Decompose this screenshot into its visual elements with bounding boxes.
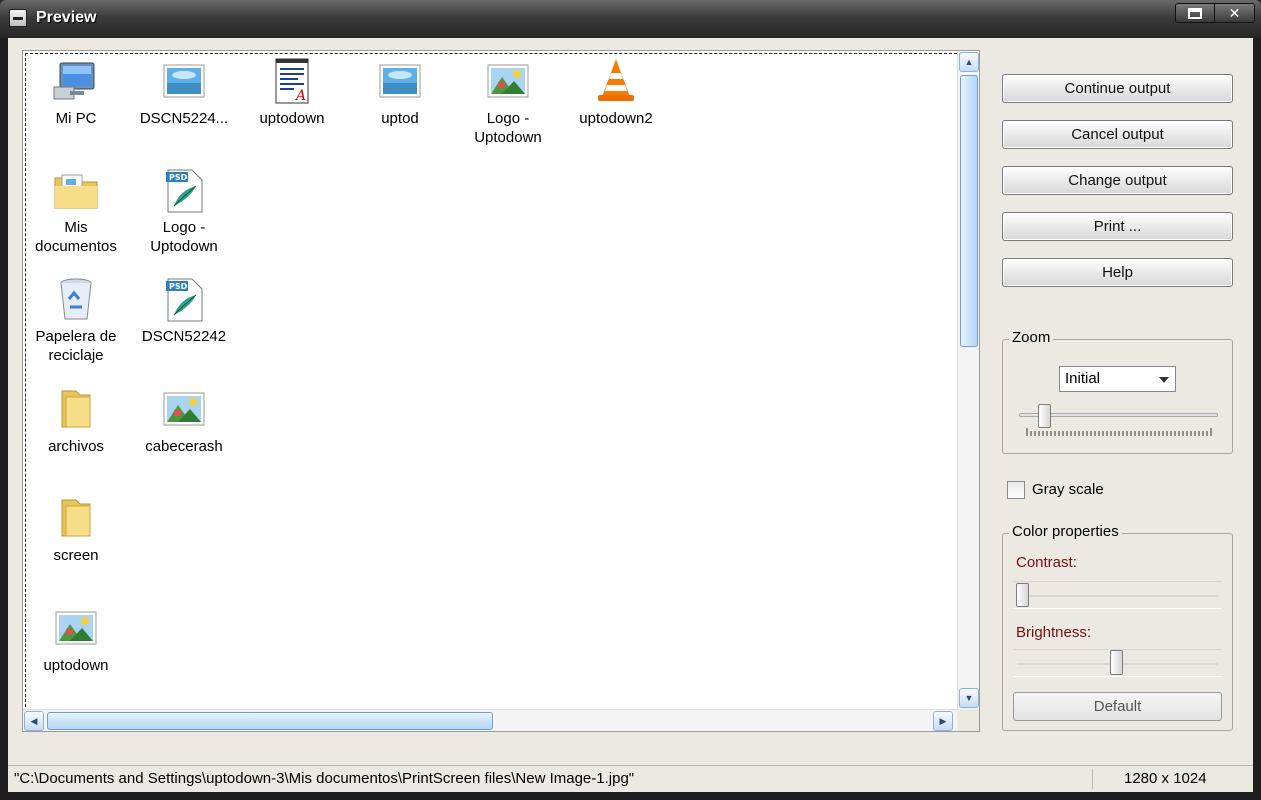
image-file-icon: [160, 57, 208, 105]
cancel-output-button[interactable]: Cancel output: [1002, 120, 1233, 149]
icon-label: Papelera de reciclaje: [35, 328, 117, 364]
desktop-icon-uptod[interactable]: uptod: [346, 57, 454, 128]
vlc-cone-icon: [592, 57, 640, 105]
icon-label: uptodown2: [579, 110, 653, 127]
contrast-label: Contrast:: [1016, 554, 1077, 571]
horizontal-scrollbar[interactable]: ◀ ▶: [23, 709, 957, 731]
change-output-button[interactable]: Change output: [1002, 166, 1233, 195]
svg-text:PSD: PSD: [169, 173, 188, 182]
horizontal-scroll-thumb[interactable]: [47, 712, 493, 730]
desktop-icon-uptodown2[interactable]: uptodown2: [562, 57, 670, 128]
maximize-icon: [1188, 7, 1202, 19]
icon-label: cabecerash: [145, 438, 223, 455]
scroll-left-button[interactable]: ◀: [24, 711, 44, 731]
title-bar[interactable]: Preview ✕: [0, 0, 1261, 38]
client-area: Mi PC DSCN5224... A uptodown uptod Logo …: [8, 38, 1253, 792]
zoom-selected-value: Initial: [1065, 370, 1101, 387]
chevron-down-icon: [1159, 377, 1169, 383]
icon-label: archivos: [48, 438, 104, 455]
arrow-right-icon: ▶: [939, 715, 947, 726]
zoom-slider-ticks: [1026, 428, 1212, 436]
desktop-icon-dscn52242[interactable]: PSD DSCN52242: [130, 275, 238, 346]
contrast-slider-track: [1017, 595, 1218, 597]
icon-label: Mi PC: [55, 110, 97, 127]
vertical-scrollbar[interactable]: ▲ ▼: [957, 51, 979, 709]
capture-selection: [25, 53, 957, 707]
default-button[interactable]: Default: [1013, 692, 1222, 721]
desktop-icon-uptodown-image[interactable]: uptodown: [22, 604, 130, 675]
folder-icon: [52, 385, 100, 433]
zoom-group-label: Zoom: [1009, 329, 1054, 346]
continue-output-button[interactable]: Continue output: [1002, 74, 1233, 103]
desktop-icon-dscn5224[interactable]: DSCN5224...: [130, 57, 238, 128]
documents-folder-icon: [52, 166, 100, 214]
picture-icon: [52, 604, 100, 652]
close-button[interactable]: ✕: [1214, 4, 1254, 22]
zoom-slider-thumb[interactable]: [1038, 404, 1051, 428]
vertical-scroll-thumb[interactable]: [960, 75, 978, 347]
folder-icon: [52, 494, 100, 542]
svg-text:PSD: PSD: [169, 282, 188, 291]
status-file-path: "C:\Documents and Settings\uptodown-3\Mi…: [14, 770, 635, 787]
icon-label: Logo - Uptodown: [474, 110, 542, 146]
scroll-corner: [957, 709, 979, 731]
color-properties-label: Color properties: [1009, 523, 1122, 540]
gray-scale-label[interactable]: Gray scale: [1032, 481, 1104, 498]
icon-label: DSCN52242: [141, 328, 227, 345]
desktop-icon-logo-uptodown-image[interactable]: Logo - Uptodown: [454, 57, 562, 147]
desktop-icon-uptodown-doc[interactable]: A uptodown: [238, 57, 346, 128]
computer-icon: [52, 57, 100, 105]
gray-scale-checkbox[interactable]: [1007, 481, 1025, 499]
brightness-slider-thumb[interactable]: [1110, 650, 1123, 675]
arrow-down-icon: ▼: [964, 693, 974, 703]
help-button[interactable]: Help: [1002, 258, 1233, 287]
zoom-group: Zoom: [1002, 329, 1233, 454]
text-document-icon: A: [268, 57, 316, 105]
desktop-icon-archivos[interactable]: archivos: [22, 385, 130, 456]
scroll-down-button[interactable]: ▼: [959, 688, 979, 708]
arrow-left-icon: ◀: [30, 715, 38, 726]
status-bar: "C:\Documents and Settings\uptodown-3\Mi…: [8, 765, 1253, 792]
preview-canvas[interactable]: Mi PC DSCN5224... A uptodown uptod Logo …: [22, 50, 980, 732]
desktop-icon-mis-documentos[interactable]: Mis documentos: [22, 166, 130, 256]
contrast-slider[interactable]: [1013, 581, 1222, 609]
desktop-icon-mi-pc[interactable]: Mi PC: [22, 57, 130, 128]
window-controls: ✕: [1175, 3, 1255, 23]
picture-icon: [484, 57, 532, 105]
image-file-icon: [376, 57, 424, 105]
desktop-icon-recycle-bin[interactable]: Papelera de reciclaje: [22, 275, 130, 365]
status-separator: [1092, 769, 1093, 789]
desktop-icon-logo-uptodown-psd[interactable]: PSD Logo - Uptodown: [130, 166, 238, 256]
zoom-select[interactable]: Initial: [1059, 366, 1176, 392]
maximize-button[interactable]: [1176, 4, 1214, 22]
icon-label: Mis documentos: [35, 219, 117, 255]
status-image-size: 1280 x 1024: [1124, 770, 1207, 787]
close-icon: ✕: [1228, 4, 1241, 21]
arrow-up-icon: ▲: [964, 57, 974, 67]
icon-label: uptodown: [259, 110, 325, 127]
scroll-right-button[interactable]: ▶: [933, 711, 953, 731]
psd-file-icon: PSD: [160, 166, 208, 214]
brightness-label: Brightness:: [1016, 624, 1092, 641]
icon-label: uptodown: [43, 657, 109, 674]
recycle-bin-icon: [52, 275, 100, 323]
desktop-icon-screen[interactable]: screen: [22, 494, 130, 565]
icon-label: DSCN5224...: [139, 110, 229, 127]
icon-label: Logo - Uptodown: [150, 219, 218, 255]
preview-window: Preview ✕ Mi PC DSCN5224... A uptodown u…: [0, 0, 1261, 800]
scroll-up-button[interactable]: ▲: [959, 52, 979, 72]
picture-icon: [160, 385, 208, 433]
psd-file-icon: PSD: [160, 275, 208, 323]
system-menu-icon[interactable]: [9, 9, 27, 27]
contrast-slider-thumb[interactable]: [1016, 583, 1029, 607]
print-button[interactable]: Print ...: [1002, 212, 1233, 241]
icon-label: uptod: [381, 110, 419, 127]
desktop-icon-cabecerash[interactable]: cabecerash: [130, 385, 238, 456]
window-title: Preview: [36, 9, 97, 26]
icon-label: screen: [53, 547, 99, 564]
svg-text:A: A: [294, 88, 306, 104]
